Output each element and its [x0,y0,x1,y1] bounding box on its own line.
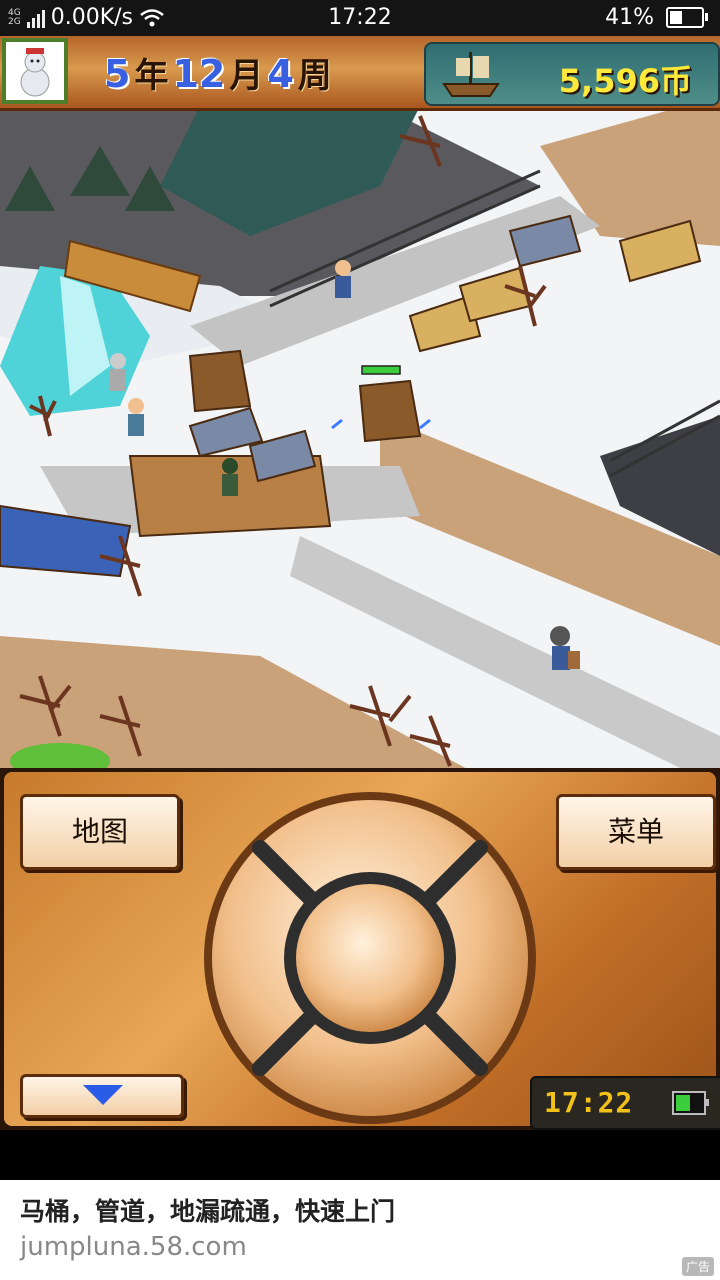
top-hud: 5 年 12 月 4 周 5,596币 [0,36,720,111]
ad-url[interactable]: jumpluna.58.com [20,1232,247,1262]
village-map [0,96,720,768]
down-arrow-icon [83,1085,123,1105]
control-panel: 地图 菜单 17:22 [0,768,720,1130]
map-button[interactable]: 地图 [20,794,180,870]
ad-banner[interactable]: 马桶，管道，地漏疏通，快速上门 jumpluna.58.com 广告 [0,1180,720,1280]
snowman-avatar-icon[interactable] [2,38,68,104]
clock-time: 17:22 [544,1086,634,1119]
battery-icon [666,7,708,28]
game-clock: 17:22 [530,1076,720,1130]
month-unit: 月 [229,56,264,96]
status-bar: 4G 2G 0.00K/s 17:22 41% [0,0,720,36]
ad-title[interactable]: 马桶，管道，地漏疏通，快速上门 [20,1192,395,1228]
dpad-center-button [296,884,444,1032]
ship-icon [442,52,500,97]
money-amount: 5,596币 [558,62,692,100]
device-battery-icon [672,1091,709,1115]
game-date: 5 年 12 月 4 周 [104,48,332,97]
menu-button[interactable]: 菜单 [556,794,716,870]
battery-percent: 41% [605,5,654,30]
game-map-viewport[interactable] [0,36,720,768]
week-unit: 周 [297,56,332,96]
scroll-down-button[interactable] [20,1074,184,1118]
week-number: 4 [267,52,294,96]
ad-label: 广告 [681,1257,714,1276]
directional-pad[interactable] [200,788,540,1128]
year-unit: 年 [134,56,169,96]
year-number: 5 [104,52,131,96]
money-panel: 5,596币 [424,42,720,106]
month-number: 12 [172,52,226,96]
control-panel-inner: 地图 菜单 17:22 [4,772,720,1130]
